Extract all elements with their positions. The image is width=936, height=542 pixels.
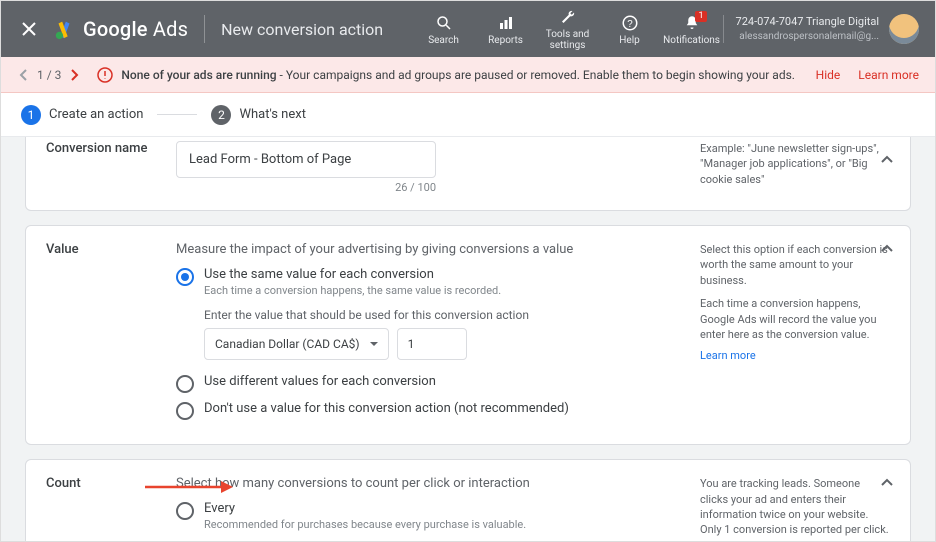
radio-icon	[176, 402, 194, 420]
close-button[interactable]	[17, 17, 41, 41]
value-learn-more-link[interactable]: Learn more	[700, 348, 756, 363]
alert-text: None of your ads are running - Your camp…	[121, 68, 795, 82]
value-help-1: Select this option if each conversion is…	[700, 242, 890, 288]
value-label: Value	[46, 242, 156, 428]
svg-text:?: ?	[627, 18, 633, 29]
value-help-2: Each time a conversion happens, Google A…	[700, 296, 890, 342]
value-option-same[interactable]: Use the same value for each conversion E…	[176, 267, 680, 298]
value-amount-input[interactable]: 1	[397, 328, 467, 360]
notification-badge: 1	[695, 11, 706, 22]
brand-label: Google Ads	[83, 17, 188, 41]
search-tool[interactable]: Search	[413, 13, 475, 46]
value-enter-label: Enter the value that should be used for …	[204, 308, 680, 322]
radio-icon	[176, 375, 194, 393]
count-help: You are tracking leads. Someone clicks y…	[700, 476, 890, 538]
value-card: Value Measure the impact of your adverti…	[25, 225, 911, 445]
char-count: 26 / 100	[176, 181, 436, 194]
account-info[interactable]: 724-074-7047 Triangle Digital alessandro…	[723, 15, 879, 42]
content-area: Conversion name Lead Form - Bottom of Pa…	[1, 137, 935, 542]
conversion-name-input[interactable]: Lead Form - Bottom of Page	[176, 141, 436, 178]
alert-next-button[interactable]	[67, 68, 81, 82]
conversion-name-help: Example: "June newsletter sign-ups", "Ma…	[700, 141, 890, 194]
stepper: 1 Create an action 2 What's next	[1, 93, 935, 137]
reports-icon	[496, 13, 516, 33]
alert-hide-link[interactable]: Hide	[816, 68, 841, 82]
alert-nav: 1 / 3	[17, 68, 81, 82]
header-divider	[204, 15, 205, 43]
alert-prev-button[interactable]	[17, 68, 31, 82]
alert-bar: 1 / 3 None of your ads are running - You…	[1, 57, 935, 93]
avatar[interactable]	[889, 14, 919, 44]
collapse-button[interactable]	[878, 240, 896, 258]
notifications-tool[interactable]: 1 Notifications	[661, 13, 723, 46]
help-icon: ?	[620, 13, 640, 33]
conversion-name-label: Conversion name	[46, 141, 156, 194]
google-ads-logo-icon	[53, 18, 75, 40]
close-icon	[22, 22, 36, 36]
radio-icon	[176, 502, 194, 520]
count-card: Count Select how many conversions to cou…	[25, 459, 911, 542]
reports-tool[interactable]: Reports	[475, 13, 537, 46]
radio-icon	[176, 268, 194, 286]
conversion-name-card: Conversion name Lead Form - Bottom of Pa…	[25, 137, 911, 211]
wrench-icon	[558, 7, 578, 27]
value-description: Measure the impact of your advertising b…	[176, 242, 680, 257]
currency-select[interactable]: Canadian Dollar (CAD CA$)	[204, 328, 389, 360]
count-description: Select how many conversions to count per…	[176, 476, 680, 491]
tools-settings-tool[interactable]: Tools and settings	[537, 7, 599, 51]
count-label: Count	[46, 476, 156, 542]
alert-learn-more-link[interactable]: Learn more	[858, 68, 919, 82]
count-option-every[interactable]: Every Recommended for purchases because …	[176, 501, 680, 532]
error-icon	[97, 67, 113, 83]
step-create-action[interactable]: 1 Create an action	[21, 105, 143, 125]
app-header: Google Ads New conversion action Search …	[1, 1, 935, 57]
search-icon	[434, 13, 454, 33]
value-option-none[interactable]: Don't use a value for this conversion ac…	[176, 401, 680, 420]
collapse-button[interactable]	[878, 151, 896, 169]
step-connector	[157, 114, 197, 115]
alert-count: 1 / 3	[37, 68, 61, 82]
value-option-different[interactable]: Use different values for each conversion	[176, 374, 680, 393]
page-title: New conversion action	[221, 20, 383, 39]
help-tool[interactable]: ? Help	[599, 13, 661, 46]
step-whats-next[interactable]: 2 What's next	[211, 105, 306, 125]
collapse-button[interactable]	[878, 474, 896, 492]
